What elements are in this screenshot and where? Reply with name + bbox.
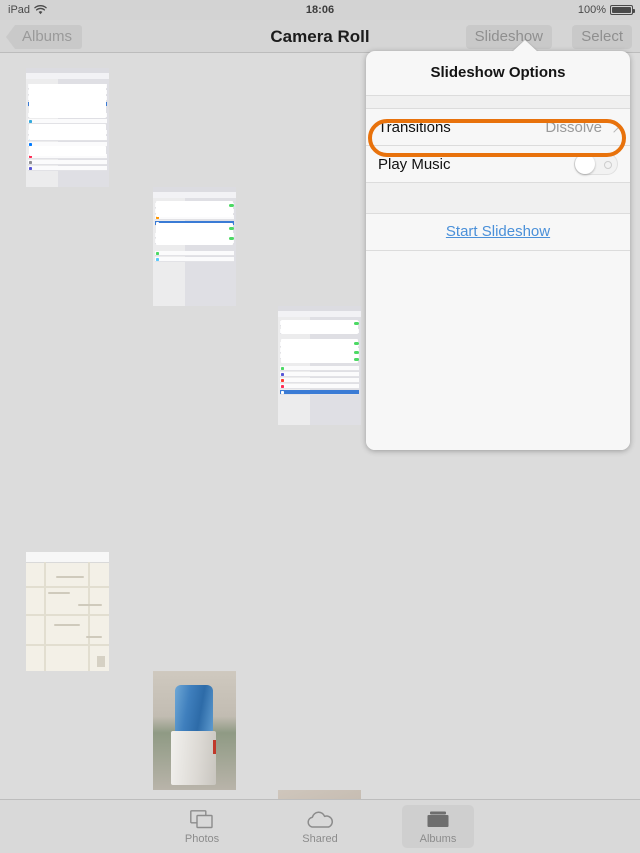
- tab-albums[interactable]: Albums: [402, 805, 474, 848]
- chevron-right-icon: [608, 121, 620, 133]
- tab-photos[interactable]: Photos: [166, 805, 238, 848]
- battery-percent-label: 100%: [577, 4, 606, 16]
- slideshow-options-popover: Slideshow Options Transitions Dissolve P…: [366, 40, 630, 450]
- status-bar-right: 100%: [577, 4, 635, 16]
- photo-thumbnail[interactable]: [26, 68, 109, 187]
- photo-thumbnail[interactable]: [153, 187, 236, 306]
- status-bar-clock: 18:06: [305, 4, 335, 16]
- tab-photos-label: Photos: [184, 833, 220, 845]
- slideshow-button[interactable]: Slideshow: [465, 25, 552, 49]
- start-slideshow-label: Start Slideshow: [445, 223, 551, 240]
- play-music-label: Play Music: [378, 155, 451, 173]
- tab-shared-label: Shared: [302, 833, 338, 845]
- tab-bar: Photos Shared Albums: [0, 799, 640, 853]
- popover-title: Slideshow Options: [366, 51, 630, 96]
- popover-top-spacer: [366, 96, 630, 109]
- tab-albums-label: Albums: [419, 833, 457, 845]
- play-music-row[interactable]: Play Music: [366, 146, 630, 183]
- albums-folder-icon: [426, 809, 450, 831]
- ipad-photos-screen: iPad 18:06 100% Albums Camera Roll Slide…: [0, 0, 640, 853]
- battery-full-icon: [610, 5, 635, 15]
- photo-thumbnail[interactable]: [153, 671, 236, 790]
- toggle-off-ring-icon: [604, 161, 612, 169]
- navigation-bar: Albums Camera Roll Slideshow Select: [0, 20, 640, 53]
- start-slideshow-button[interactable]: Start Slideshow: [366, 214, 630, 251]
- play-music-toggle[interactable]: [574, 153, 618, 175]
- photo-thumbnail[interactable]: [278, 306, 361, 425]
- select-button[interactable]: Select: [572, 25, 632, 49]
- photos-stack-icon: [190, 809, 214, 831]
- popover-empty-area: [366, 303, 630, 450]
- photo-thumbnail[interactable]: [26, 552, 109, 671]
- transitions-label: Transitions: [378, 118, 451, 136]
- popover-mid-spacer: [366, 183, 630, 214]
- popover-arrow: [512, 40, 538, 52]
- transitions-value: Dissolve: [545, 118, 602, 136]
- tab-shared[interactable]: Shared: [284, 805, 356, 848]
- cloud-icon: [306, 809, 334, 831]
- toggle-knob: [575, 154, 595, 174]
- transitions-row[interactable]: Transitions Dissolve: [366, 109, 630, 146]
- status-bar: iPad 18:06 100%: [0, 0, 640, 20]
